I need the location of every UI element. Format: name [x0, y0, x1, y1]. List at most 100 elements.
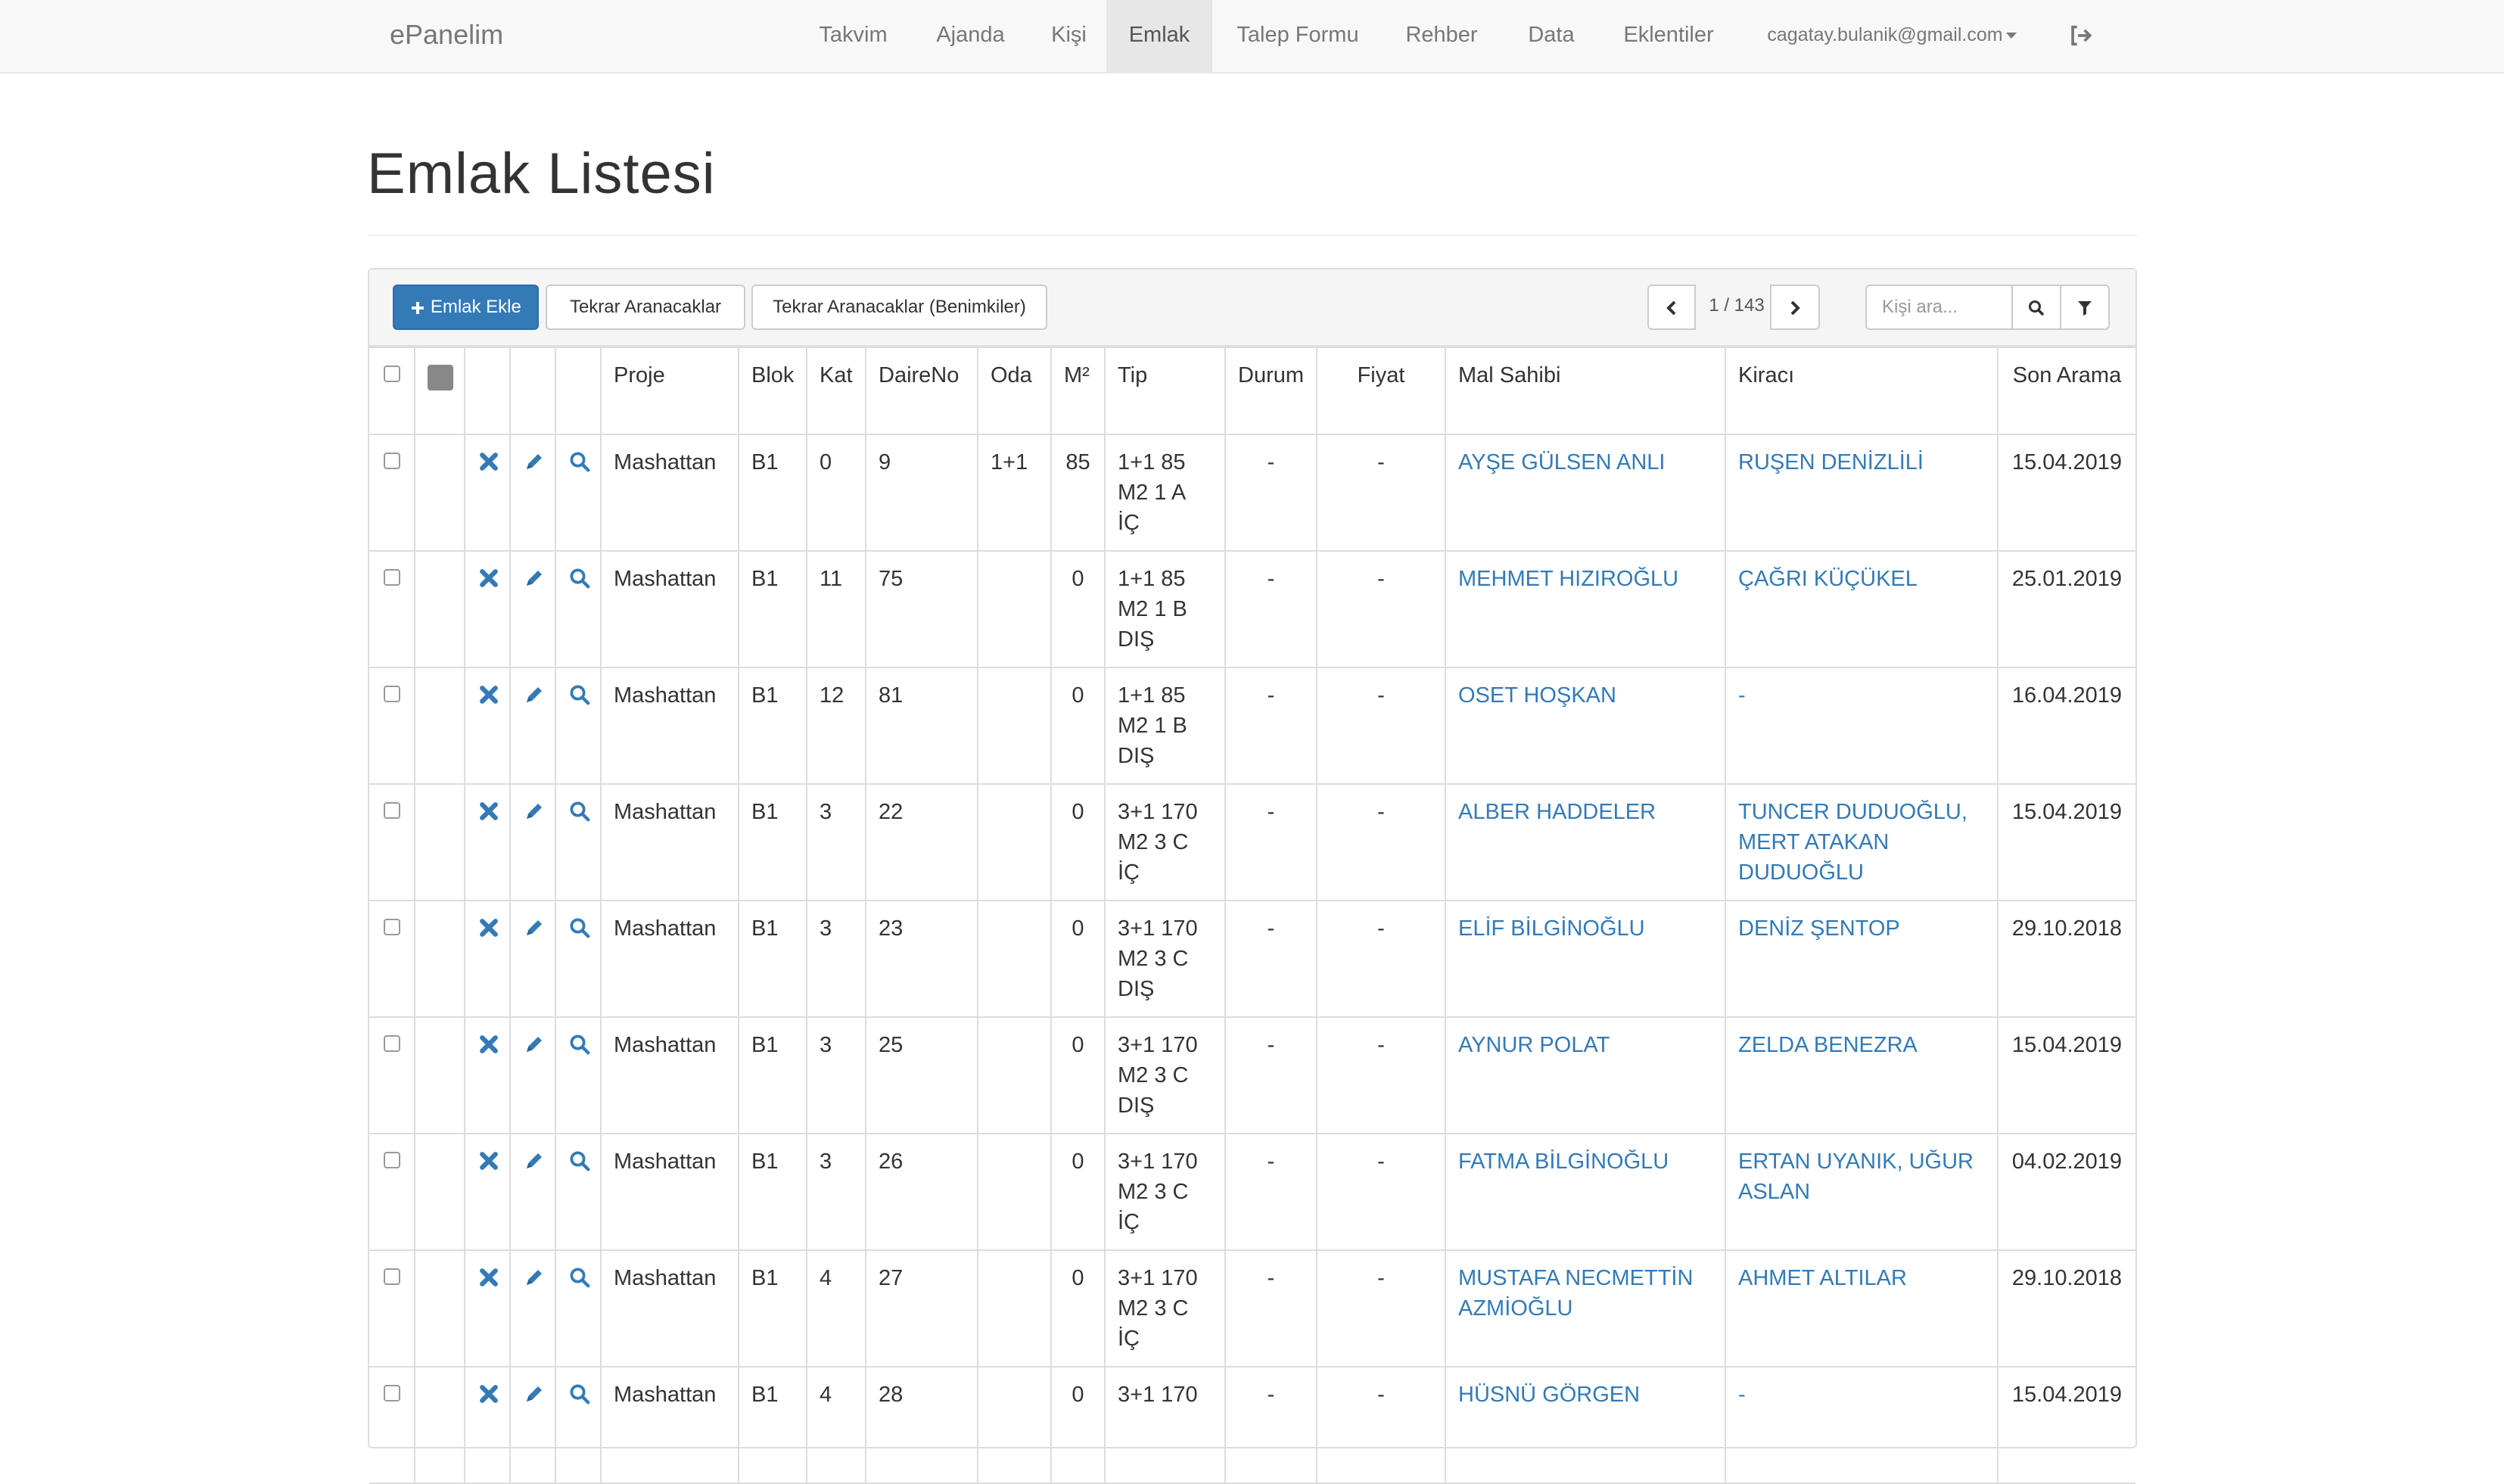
filter-button[interactable]	[2060, 285, 2110, 330]
row-delete-button[interactable]	[464, 1249, 511, 1367]
nav-kisi[interactable]: Kişi	[1044, 0, 1093, 72]
cell-kiraci[interactable]: ERTAN UYANIK, UĞUR ASLAN	[1725, 1133, 1999, 1251]
row-edit-button[interactable]	[509, 1366, 556, 1484]
row-view-button[interactable]	[555, 434, 602, 552]
row-checkbox[interactable]	[383, 1152, 400, 1168]
cell-malsahibi[interactable]: ELİF BİLGİNOĞLU	[1445, 900, 1726, 1018]
header-sonarama[interactable]: Son Arama	[1997, 347, 2135, 435]
row-checkbox[interactable]	[383, 1268, 400, 1285]
row-view-button[interactable]	[555, 1249, 602, 1367]
row-select-cell	[369, 783, 415, 901]
brand-logo[interactable]: ePanelim	[390, 0, 503, 72]
select-all-checkbox[interactable]	[383, 366, 400, 382]
row-blank-cell	[414, 783, 465, 901]
header-tip[interactable]: Tip	[1104, 347, 1226, 435]
row-edit-button[interactable]	[509, 1016, 556, 1134]
cell-malsahibi[interactable]: AYŞE GÜLSEN ANLI	[1445, 434, 1726, 552]
row-checkbox[interactable]	[383, 919, 400, 935]
row-checkbox[interactable]	[383, 569, 400, 586]
row-checkbox[interactable]	[383, 802, 400, 819]
header-oda[interactable]: Oda	[977, 347, 1052, 435]
header-m2[interactable]: M²	[1050, 347, 1106, 435]
cell-kiraci[interactable]: -	[1725, 667, 1999, 785]
nav-data[interactable]: Data	[1517, 0, 1585, 72]
cell-daire: 22	[865, 783, 978, 901]
cell-kiraci[interactable]: ZELDA BENEZRA	[1725, 1016, 1999, 1134]
cell-m2: 0	[1050, 1366, 1106, 1484]
next-page-button[interactable]	[1770, 285, 1820, 330]
cell-kiraci[interactable]: TUNCER DUDUOĞLU, MERT ATAKAN DUDUOĞLU	[1725, 783, 1999, 901]
row-delete-button[interactable]	[464, 900, 511, 1018]
cell-kat: 4	[806, 1249, 866, 1367]
row-edit-button[interactable]	[509, 550, 556, 668]
bulk-action-toggle[interactable]	[428, 365, 453, 390]
header-proje[interactable]: Proje	[600, 347, 739, 435]
header-daire[interactable]: DaireNo	[865, 347, 978, 435]
row-delete-button[interactable]	[464, 1016, 511, 1134]
header-malsahibi[interactable]: Mal Sahibi	[1445, 347, 1726, 435]
row-checkbox[interactable]	[383, 1035, 400, 1052]
cell-kiraci[interactable]: DENİZ ŞENTOP	[1725, 900, 1999, 1018]
row-delete-button[interactable]	[464, 667, 511, 785]
logout-icon[interactable]	[2067, 23, 2093, 48]
nav-eklentiler[interactable]: Eklentiler	[1616, 0, 1722, 72]
cell-durum: -	[1224, 667, 1317, 785]
cell-sonarama: 04.02.2019	[1997, 1133, 2135, 1251]
row-checkbox[interactable]	[383, 1385, 400, 1402]
cell-kiraci[interactable]: RUŞEN DENİZLİLİ	[1725, 434, 1999, 552]
row-edit-button[interactable]	[509, 434, 556, 552]
header-kiraci[interactable]: Kiracı	[1725, 347, 1999, 435]
nav-ajanda[interactable]: Ajanda	[923, 0, 1018, 72]
row-delete-button[interactable]	[464, 1133, 511, 1251]
recall-mine-button[interactable]: Tekrar Aranacaklar (Benimkiler)	[751, 285, 1047, 330]
row-view-button[interactable]	[555, 1366, 602, 1484]
header-fiyat[interactable]: Fiyat	[1316, 347, 1446, 435]
row-view-button[interactable]	[555, 900, 602, 1018]
row-view-button[interactable]	[555, 1016, 602, 1134]
cell-durum: -	[1224, 434, 1317, 552]
row-checkbox[interactable]	[383, 453, 400, 469]
cell-malsahibi[interactable]: OSET HOŞKAN	[1445, 667, 1726, 785]
header-blok[interactable]: Blok	[738, 347, 807, 435]
view-search-icon	[570, 685, 590, 705]
nav-rehber[interactable]: Rehber	[1396, 0, 1487, 72]
cell-proje: Mashattan	[600, 550, 739, 668]
cell-kiraci[interactable]: ÇAĞRI KÜÇÜKEL	[1725, 550, 1999, 668]
header-durum[interactable]: Durum	[1224, 347, 1317, 435]
row-delete-button[interactable]	[464, 550, 511, 668]
row-checkbox[interactable]	[383, 686, 400, 702]
recall-list-button[interactable]: Tekrar Aranacaklar	[546, 285, 745, 330]
row-edit-button[interactable]	[509, 783, 556, 901]
cell-kiraci[interactable]: -	[1725, 1366, 1999, 1484]
row-view-button[interactable]	[555, 1133, 602, 1251]
row-delete-button[interactable]	[464, 783, 511, 901]
cell-malsahibi[interactable]: HÜSNÜ GÖRGEN	[1445, 1366, 1726, 1484]
search-input[interactable]	[1865, 285, 2013, 330]
cell-malsahibi[interactable]: ALBER HADDELER	[1445, 783, 1726, 901]
cell-malsahibi[interactable]: FATMA BİLGİNOĞLU	[1445, 1133, 1726, 1251]
cell-malsahibi[interactable]: MEHMET HIZIROĞLU	[1445, 550, 1726, 668]
row-view-button[interactable]	[555, 667, 602, 785]
header-kat[interactable]: Kat	[806, 347, 866, 435]
row-view-button[interactable]	[555, 783, 602, 901]
cell-kat: 11	[806, 550, 866, 668]
cell-malsahibi[interactable]: MUSTAFA NECMETTİN AZMİOĞLU	[1445, 1249, 1726, 1367]
nav-talep-formu[interactable]: Talep Formu	[1230, 0, 1366, 72]
nav-emlak[interactable]: Emlak	[1106, 0, 1212, 72]
search-button[interactable]	[2011, 285, 2061, 330]
row-edit-button[interactable]	[509, 900, 556, 1018]
cell-malsahibi[interactable]: AYNUR POLAT	[1445, 1016, 1726, 1134]
user-menu[interactable]: cagatay.bulanik@gmail.com	[1748, 0, 2036, 72]
row-edit-button[interactable]	[509, 1133, 556, 1251]
row-edit-button[interactable]	[509, 667, 556, 785]
table-header-row: Proje Blok Kat DaireNo Oda M² Tip Durum …	[369, 347, 2135, 435]
row-delete-button[interactable]	[464, 1366, 511, 1484]
cell-kiraci[interactable]: AHMET ALTILAR	[1725, 1249, 1999, 1367]
prev-page-button[interactable]	[1647, 285, 1696, 330]
nav-takvim[interactable]: Takvim	[810, 0, 897, 72]
add-property-button[interactable]: Emlak Ekle	[393, 285, 539, 330]
cell-proje: Mashattan	[600, 1366, 739, 1484]
row-edit-button[interactable]	[509, 1249, 556, 1367]
row-view-button[interactable]	[555, 550, 602, 668]
row-delete-button[interactable]	[464, 434, 511, 552]
